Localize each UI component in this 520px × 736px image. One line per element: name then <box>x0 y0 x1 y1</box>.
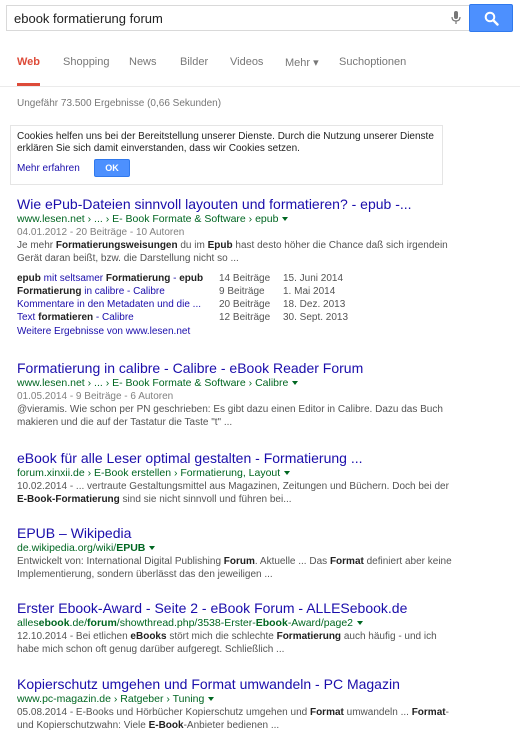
result-meta: 04.01.2012 - 20 Beiträge - 10 Autoren <box>17 227 185 238</box>
sitelink-count: 14 Beiträge <box>219 273 271 284</box>
result-url: de.wikipedia.org/wiki/EPUB <box>17 542 457 555</box>
sitelink-row: Text formatieren - Calibre 12 Beiträge 3… <box>17 311 437 324</box>
dropdown-arrow-icon[interactable] <box>284 471 291 476</box>
sitelink-row: Kommentare in den Metadaten und die ... … <box>17 298 437 311</box>
search-result: eBook für alle Leser optimal gestalten -… <box>17 450 457 506</box>
sitelinks-table: epub mit seltsamer Formatierung - epub 1… <box>17 272 437 324</box>
sitelink-title[interactable]: Kommentare in den Metadaten und die ... <box>17 298 201 311</box>
sitelink-row: Formatierung in calibre - Calibre 9 Beit… <box>17 285 437 298</box>
result-url: www.pc-magazin.de › Ratgeber › Tuning <box>17 693 457 706</box>
tab-shopping[interactable]: Shopping <box>63 56 110 86</box>
search-icon <box>484 11 499 26</box>
dropdown-arrow-icon[interactable] <box>149 546 156 551</box>
search-button[interactable] <box>469 4 513 32</box>
tab-bilder[interactable]: Bilder <box>180 56 208 86</box>
sitelink-title[interactable]: epub mit seltsamer Formatierung - epub <box>17 272 203 285</box>
search-result: Kopierschutz umgehen und Format umwandel… <box>17 676 457 732</box>
tab-videos[interactable]: Videos <box>230 56 263 86</box>
result-title[interactable]: EPUB – Wikipedia <box>17 525 457 542</box>
sitelink-date: 18. Dez. 2013 <box>283 299 346 310</box>
result-url: www.lesen.net › ... › E- Book Formate & … <box>17 377 457 390</box>
search-tabs: Web Shopping News Bilder Videos Mehr ▾ S… <box>0 48 520 87</box>
cookie-notice: Cookies helfen uns bei der Bereitstellun… <box>10 125 443 185</box>
dropdown-arrow-icon[interactable] <box>292 381 299 386</box>
sitelink-date: 15. Juni 2014 <box>283 273 344 284</box>
sitelink-count: 12 Beiträge <box>219 312 271 323</box>
result-snippet: 12.10.2014 - Bei etlichen eBooks stört m… <box>17 631 437 655</box>
sitelink-date: 30. Sept. 2013 <box>283 312 349 323</box>
microphone-icon[interactable] <box>451 11 461 25</box>
dropdown-arrow-icon[interactable] <box>282 217 289 222</box>
sitelink-date: 1. Mai 2014 <box>283 286 336 297</box>
result-title[interactable]: Formatierung in calibre - Calibre - eBoo… <box>17 360 457 377</box>
tab-suchoptionen[interactable]: Suchoptionen <box>339 56 406 86</box>
search-input[interactable] <box>14 10 444 26</box>
search-result: Formatierung in calibre - Calibre - eBoo… <box>17 360 457 429</box>
result-title[interactable]: Kopierschutz umgehen und Format umwandel… <box>17 676 457 693</box>
search-result: Erster Ebook-Award - Seite 2 - eBook For… <box>17 600 457 656</box>
result-snippet: 10.02.2014 - ... vertraute Gestaltungsmi… <box>17 481 449 505</box>
dropdown-arrow-icon[interactable] <box>357 621 363 626</box>
sitelink-count: 20 Beiträge <box>219 299 271 310</box>
result-snippet: @vieramis. Wie schon per PN geschrieben:… <box>17 404 443 428</box>
search-result: Wie ePub-Dateien sinnvoll layouten und f… <box>17 196 457 265</box>
sitelink-title[interactable]: Formatierung in calibre - Calibre <box>17 285 165 298</box>
result-stats: Ungefähr 73.500 Ergebnisse (0,66 Sekunde… <box>17 98 222 109</box>
result-url: forum.xinxii.de › E-Book erstellen › For… <box>17 467 457 480</box>
result-title[interactable]: Wie ePub-Dateien sinnvoll layouten und f… <box>17 196 457 213</box>
result-url: www.lesen.net › ... › E- Book Formate & … <box>17 213 457 226</box>
result-url: allesebook.de/forum/showthread.php/3538-… <box>17 617 457 630</box>
result-meta: 01.05.2014 - 9 Beiträge - 6 Autoren <box>17 391 174 402</box>
sitelink-row: epub mit seltsamer Formatierung - epub 1… <box>17 272 437 285</box>
result-snippet: Je mehr Formatierungsweisungen du im Epu… <box>17 240 448 264</box>
cookie-text: Cookies helfen uns bei der Bereitstellun… <box>17 131 434 154</box>
search-result: EPUB – Wikipedia de.wikipedia.org/wiki/E… <box>17 525 457 581</box>
result-title[interactable]: Erster Ebook-Award - Seite 2 - eBook For… <box>17 600 457 617</box>
result-snippet: 05.08.2014 - E-Books und Hörbücher Kopie… <box>17 707 449 731</box>
sitelink-title[interactable]: Text formatieren - Calibre <box>17 311 134 324</box>
sitelink-count: 9 Beiträge <box>219 286 265 297</box>
tab-mehr[interactable]: Mehr ▾ <box>285 56 319 86</box>
result-title[interactable]: eBook für alle Leser optimal gestalten -… <box>17 450 457 467</box>
cookie-ok-button[interactable]: OK <box>94 159 130 177</box>
cookie-learn-more-link[interactable]: Mehr erfahren <box>17 163 80 174</box>
tab-web[interactable]: Web <box>17 56 41 86</box>
tab-news[interactable]: News <box>129 56 157 86</box>
top-bar: Web Shopping News Bilder Videos Mehr ▾ S… <box>0 0 520 87</box>
dropdown-arrow-icon[interactable] <box>208 697 215 702</box>
more-results-link[interactable]: Weitere Ergebnisse von www.lesen.net <box>17 326 190 337</box>
search-box[interactable] <box>6 5 469 31</box>
result-snippet: Entwickelt von: International Digital Pu… <box>17 556 452 580</box>
